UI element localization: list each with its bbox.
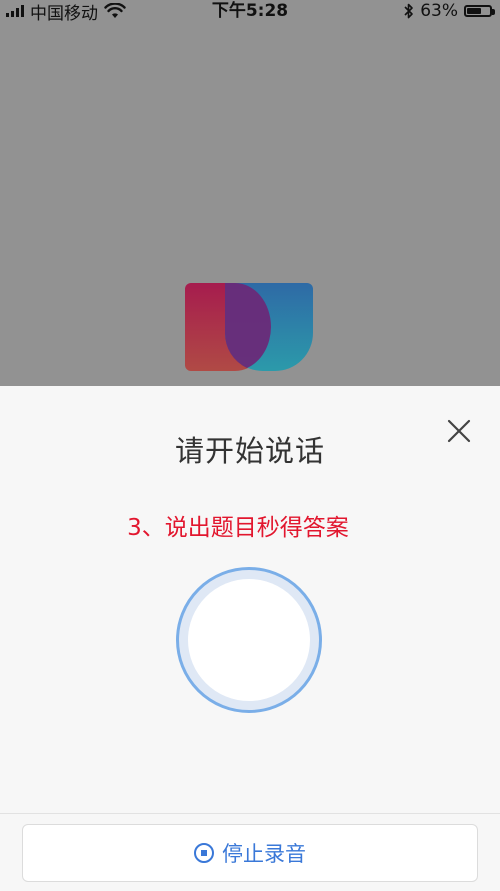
- voice-indicator-inner: [188, 579, 310, 701]
- status-bar: 中国移动 下午5:28 63%: [0, 0, 500, 24]
- voice-input-sheet: 请开始说话 3、说出题目秒得答案 停止录音: [0, 386, 500, 891]
- divider: [0, 813, 500, 814]
- battery-percent: 63%: [420, 1, 458, 21]
- instruction-caption: 3、说出题目秒得答案: [127, 515, 349, 541]
- battery-fill: [467, 8, 481, 14]
- stop-recording-button[interactable]: 停止录音: [22, 824, 478, 882]
- voice-indicator-button[interactable]: [176, 567, 322, 713]
- stop-icon: [194, 843, 214, 863]
- sheet-title: 请开始说话: [174, 434, 325, 468]
- battery-icon: [464, 5, 495, 17]
- stop-recording-label: 停止录音: [222, 842, 306, 866]
- app-logo: [185, 283, 313, 371]
- status-right: 63%: [404, 0, 495, 22]
- bluetooth-icon: [404, 3, 414, 19]
